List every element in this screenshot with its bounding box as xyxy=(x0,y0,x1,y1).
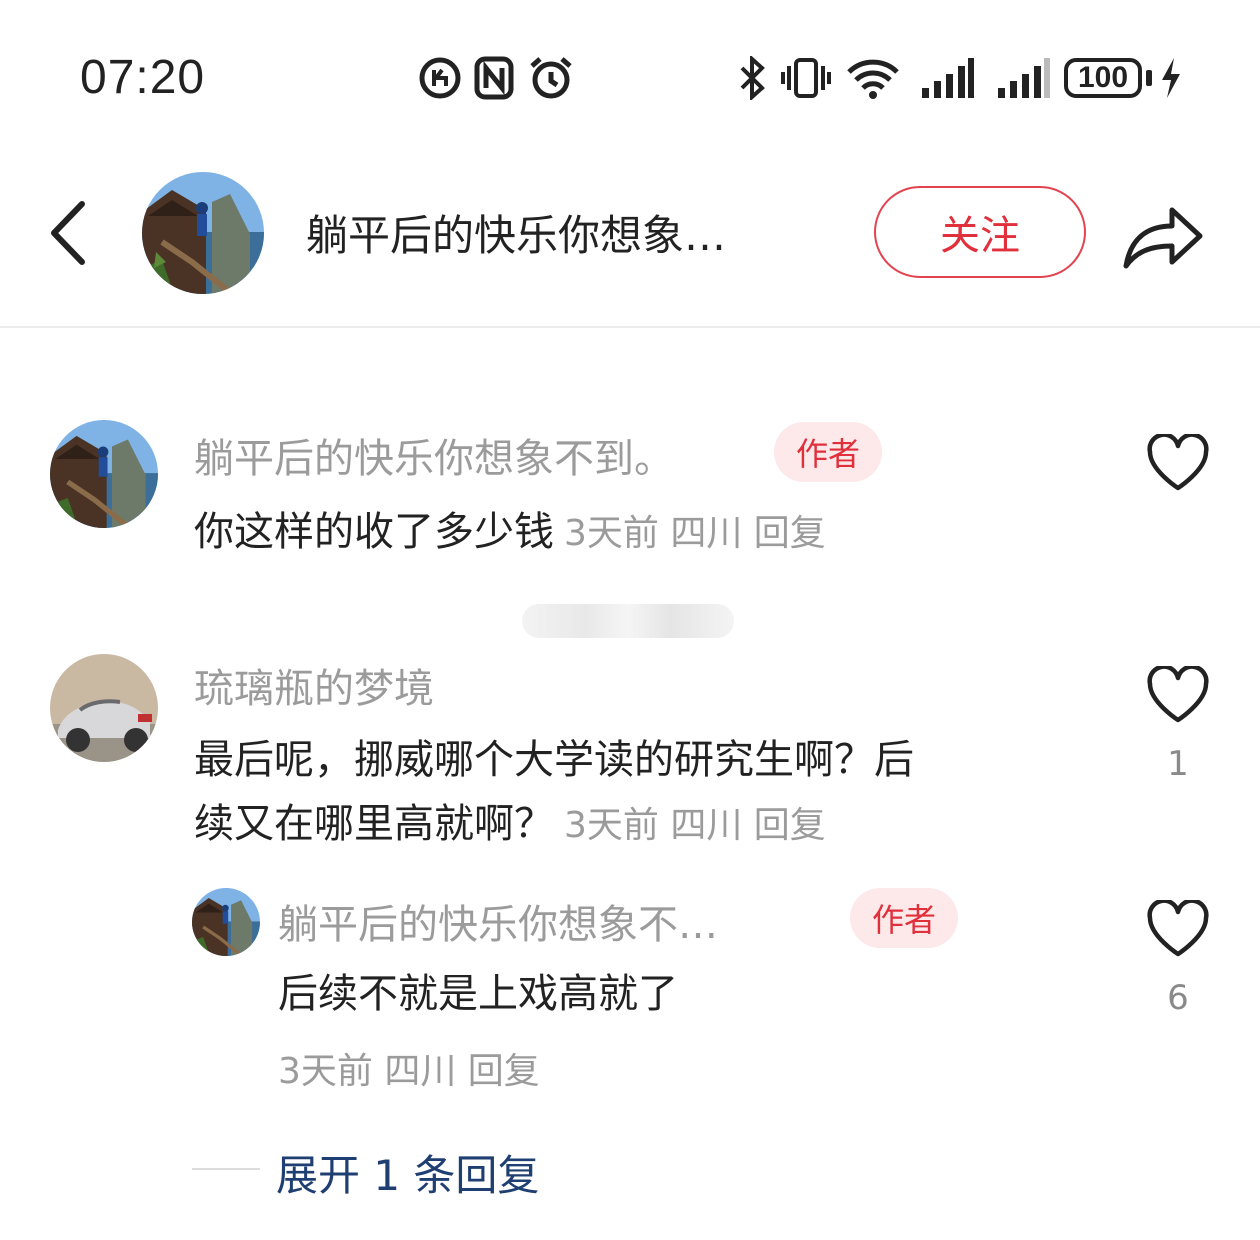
header-title[interactable]: 躺平后的快乐你想象… xyxy=(306,202,826,263)
like-heart-icon[interactable] xyxy=(1146,666,1210,726)
post-header: 躺平后的快乐你想象… 关注 xyxy=(0,150,1260,328)
comment-body: 你这样的收了多少钱 xyxy=(194,509,554,555)
expand-divider xyxy=(192,1168,260,1170)
bluetooth-icon xyxy=(740,56,765,100)
charging-icon xyxy=(1162,58,1180,98)
like-heart-icon[interactable] xyxy=(1146,434,1210,494)
like-count: 6 xyxy=(1167,978,1189,1018)
reply-avatar[interactable] xyxy=(192,888,260,956)
commenter-name[interactable]: 躺平后的快乐你想象不到。 xyxy=(194,426,674,484)
share-icon[interactable] xyxy=(1120,194,1204,274)
commenter-avatar[interactable] xyxy=(50,420,158,528)
comment-text[interactable]: 你这样的收了多少钱 3天前 四川 回复 xyxy=(194,500,1094,566)
signal-icon xyxy=(922,58,974,98)
clock: 07:20 xyxy=(80,51,206,104)
comment-meta[interactable]: 3天前 四川 回复 xyxy=(564,805,826,846)
collapsed-placeholder xyxy=(522,604,734,638)
reply-meta[interactable]: 3天前 四川 回复 xyxy=(278,1042,540,1094)
wifi-icon xyxy=(847,59,899,99)
battery-indicator: 100 xyxy=(1064,58,1142,98)
follow-button[interactable]: 关注 xyxy=(874,186,1086,278)
battery-tip-icon xyxy=(1146,70,1152,86)
commenter-avatar[interactable] xyxy=(50,654,158,762)
like-count: 1 xyxy=(1167,744,1189,784)
reply-author-name[interactable]: 躺平后的快乐你想象不… xyxy=(278,892,718,950)
author-avatar[interactable] xyxy=(142,172,264,294)
alarm-icon xyxy=(530,57,572,99)
author-badge: 作者 xyxy=(774,422,882,482)
vibrate-icon xyxy=(781,58,831,98)
back-arrow-icon[interactable] xyxy=(40,198,100,268)
comment-meta[interactable]: 3天前 四川 回复 xyxy=(564,513,826,554)
nfc-icon xyxy=(474,56,514,100)
data-saver-icon xyxy=(419,57,461,99)
comment-text[interactable]: 最后呢，挪威哪个大学读的研究生啊？后 续又在哪里高就啊？ 3天前 四川 回复 xyxy=(194,728,1094,858)
commenter-name[interactable]: 琉璃瓶的梦境 xyxy=(194,656,434,714)
comment-body-line: 最后呢，挪威哪个大学读的研究生啊？后 xyxy=(194,737,914,783)
reply-text[interactable]: 后续不就是上戏高就了 xyxy=(278,962,1058,1026)
like-heart-icon[interactable] xyxy=(1146,900,1210,960)
author-badge: 作者 xyxy=(850,888,958,948)
expand-replies-link[interactable]: 展开 1 条回复 xyxy=(276,1142,539,1203)
signal-icon xyxy=(998,58,1050,98)
status-bar: 07:20 100 xyxy=(0,0,1260,150)
comment-body-line-2: 续又在哪里高就啊？ 3天前 四川 回复 xyxy=(194,801,826,847)
